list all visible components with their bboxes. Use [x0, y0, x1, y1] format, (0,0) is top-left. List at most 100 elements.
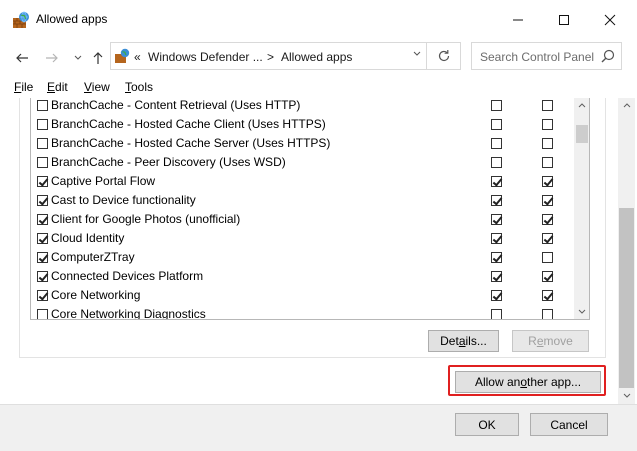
app-enabled-checkbox[interactable] [37, 252, 48, 263]
public-network-checkbox[interactable] [542, 100, 553, 111]
app-name-label: Core Networking Diagnostics [51, 307, 206, 320]
content-area: BranchCache - Content Retrieval (Uses HT… [0, 98, 637, 404]
details-button[interactable]: Det a ils... [428, 330, 499, 352]
private-network-checkbox[interactable] [491, 195, 502, 206]
app-row[interactable]: ComputerZTray [31, 248, 574, 267]
address-bar[interactable]: « Windows Defender ... > Allowed apps [110, 42, 461, 70]
scroll-down-button[interactable] [574, 304, 589, 318]
app-enabled-checkbox[interactable] [37, 271, 48, 282]
control-panel-icon [115, 48, 130, 63]
app-enabled-checkbox[interactable] [37, 100, 48, 111]
breadcrumb-allowed-apps[interactable]: Allowed apps [281, 50, 352, 64]
title-bar: Allowed apps [0, 0, 637, 40]
cancel-button[interactable]: Cancel [530, 413, 608, 436]
app-enabled-checkbox[interactable] [37, 214, 48, 225]
app-row[interactable]: Cast to Device functionality [31, 191, 574, 210]
public-network-checkbox[interactable] [542, 119, 553, 130]
public-network-checkbox[interactable] [542, 309, 553, 319]
app-name-label: BranchCache - Hosted Cache Server (Uses … [51, 136, 331, 150]
app-row[interactable]: Core Networking [31, 286, 574, 305]
breadcrumb-separator: > [267, 50, 275, 64]
private-network-checkbox[interactable] [491, 157, 502, 168]
app-enabled-checkbox[interactable] [37, 119, 48, 130]
scroll-up-button[interactable] [574, 98, 589, 112]
private-network-checkbox[interactable] [491, 233, 502, 244]
breadcrumb-overflow[interactable]: « [134, 50, 141, 64]
minimize-icon [513, 19, 523, 21]
app-row[interactable]: BranchCache - Hosted Cache Server (Uses … [31, 134, 574, 153]
forward-arrow-icon [46, 53, 58, 63]
public-network-checkbox[interactable] [542, 290, 553, 301]
private-network-checkbox[interactable] [491, 138, 502, 149]
chevron-down-icon [623, 393, 630, 398]
app-row[interactable]: BranchCache - Peer Discovery (Uses WSD) [31, 153, 574, 172]
app-name-label: Core Networking [51, 288, 141, 302]
public-network-checkbox[interactable] [542, 271, 553, 282]
chevron-up-icon [623, 102, 630, 107]
refresh-button[interactable] [426, 42, 461, 70]
app-row[interactable]: Client for Google Photos (unofficial) [31, 210, 574, 229]
public-network-checkbox[interactable] [542, 138, 553, 149]
app-enabled-checkbox[interactable] [37, 233, 48, 244]
public-network-checkbox[interactable] [542, 195, 553, 206]
app-row[interactable]: BranchCache - Hosted Cache Client (Uses … [31, 115, 574, 134]
public-network-checkbox[interactable] [542, 157, 553, 168]
forward-button[interactable] [42, 49, 62, 67]
window-scrollbar[interactable] [618, 98, 635, 404]
address-dropdown-button[interactable] [413, 49, 421, 60]
private-network-checkbox[interactable] [491, 176, 502, 187]
close-button[interactable] [587, 0, 633, 40]
public-network-checkbox[interactable] [542, 233, 553, 244]
private-network-checkbox[interactable] [491, 100, 502, 111]
chevron-down-icon [578, 309, 586, 314]
allowed-apps-list[interactable]: BranchCache - Content Retrieval (Uses HT… [30, 98, 590, 320]
private-network-checkbox[interactable] [491, 252, 502, 263]
menu-edit[interactable]: Edit [47, 80, 68, 94]
menu-file[interactable]: File [14, 80, 33, 94]
window-scroll-up-button[interactable] [618, 98, 635, 112]
app-enabled-checkbox[interactable] [37, 195, 48, 206]
ok-button[interactable]: OK [455, 413, 519, 436]
search-box[interactable]: Search Control Panel [471, 42, 622, 70]
menu-tools[interactable]: Tools [125, 80, 153, 94]
menu-bar: File Edit View Tools [0, 78, 637, 98]
remove-button[interactable]: Re move [512, 330, 589, 352]
window-scrollbar-thumb[interactable] [619, 208, 634, 388]
app-row[interactable]: Captive Portal Flow [31, 172, 574, 191]
search-icon[interactable] [601, 49, 615, 63]
app-enabled-checkbox[interactable] [37, 290, 48, 301]
app-enabled-checkbox[interactable] [37, 309, 48, 319]
up-button[interactable] [88, 49, 108, 67]
app-row[interactable]: Cloud Identity [31, 229, 574, 248]
app-enabled-checkbox[interactable] [37, 157, 48, 168]
search-input[interactable]: Search Control Panel [480, 50, 594, 64]
close-icon [604, 14, 616, 26]
window-scroll-down-button[interactable] [618, 388, 635, 402]
breadcrumb-windows-defender[interactable]: Windows Defender ... [148, 50, 263, 64]
app-enabled-checkbox[interactable] [37, 176, 48, 187]
back-button[interactable] [12, 49, 32, 67]
public-network-checkbox[interactable] [542, 176, 553, 187]
private-network-checkbox[interactable] [491, 271, 502, 282]
private-network-checkbox[interactable] [491, 119, 502, 130]
private-network-checkbox[interactable] [491, 214, 502, 225]
minimize-button[interactable] [495, 0, 541, 40]
maximize-button[interactable] [541, 0, 587, 40]
recent-locations-button[interactable] [68, 49, 88, 67]
app-row[interactable]: BranchCache - Content Retrieval (Uses HT… [31, 98, 574, 115]
app-name-label: ComputerZTray [51, 250, 135, 264]
private-network-checkbox[interactable] [491, 309, 502, 319]
list-scrollbar[interactable] [574, 98, 589, 319]
app-row[interactable]: Connected Devices Platform [31, 267, 574, 286]
menu-view[interactable]: View [84, 80, 110, 94]
app-enabled-checkbox[interactable] [37, 138, 48, 149]
app-row[interactable]: Core Networking Diagnostics [31, 305, 574, 320]
private-network-checkbox[interactable] [491, 290, 502, 301]
public-network-checkbox[interactable] [542, 252, 553, 263]
list-scrollbar-thumb[interactable] [576, 125, 588, 143]
public-network-checkbox[interactable] [542, 214, 553, 225]
up-arrow-icon [93, 52, 103, 64]
firewall-app-icon [13, 11, 29, 28]
allow-another-app-button[interactable]: Allow an o ther app... [455, 371, 601, 393]
app-name-label: BranchCache - Hosted Cache Client (Uses … [51, 117, 326, 131]
